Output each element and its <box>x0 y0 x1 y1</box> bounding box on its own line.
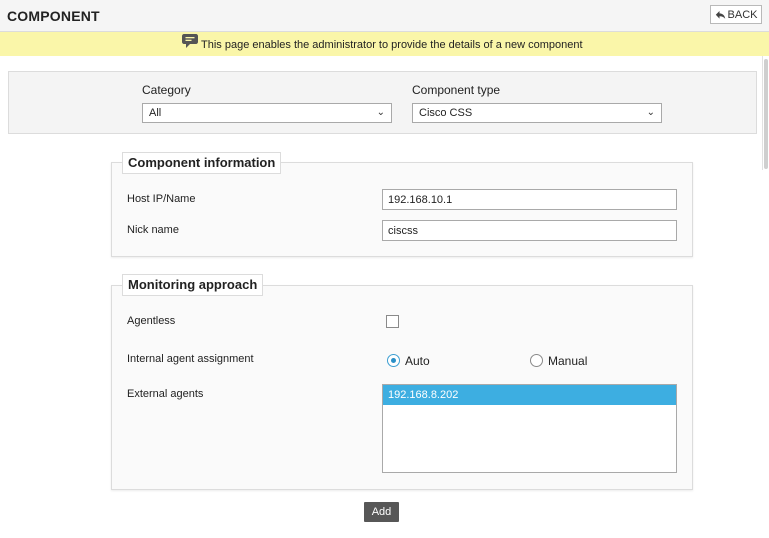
agentless-label: Agentless <box>127 315 176 327</box>
monitoring-legend: Monitoring approach <box>122 274 264 296</box>
back-arrow-icon <box>715 10 725 19</box>
list-item[interactable]: 192.168.8.202 <box>383 385 676 405</box>
auto-radio-label[interactable]: Auto <box>405 354 430 368</box>
auto-radio[interactable] <box>387 354 400 367</box>
component-type-label: Component type <box>412 83 501 97</box>
scrollbar-thumb[interactable] <box>764 59 768 169</box>
category-select-value: All <box>149 107 162 119</box>
category-select[interactable]: All ⌄ <box>142 103 392 123</box>
agentless-checkbox[interactable] <box>386 315 399 328</box>
back-button-label: BACK <box>727 8 758 21</box>
back-button[interactable]: BACK <box>710 5 762 24</box>
nick-name-input-value: ciscss <box>388 224 418 237</box>
component-type-select[interactable]: Cisco CSS ⌄ <box>412 103 662 123</box>
chevron-down-icon: ⌄ <box>376 107 385 118</box>
info-message: This page enables the administrator to p… <box>201 39 583 51</box>
page-title: COMPONENT <box>7 8 100 24</box>
internal-agent-label: Internal agent assignment <box>127 353 254 365</box>
category-label: Category <box>142 83 191 97</box>
page-header <box>0 0 769 32</box>
host-input-value: 192.168.10.1 <box>388 193 453 206</box>
speech-bubble-icon <box>182 34 198 48</box>
host-input[interactable]: 192.168.10.1 <box>382 189 677 210</box>
manual-radio[interactable] <box>530 354 543 367</box>
nick-name-input[interactable]: ciscss <box>382 220 677 241</box>
host-label: Host IP/Name <box>127 193 196 205</box>
external-agents-label: External agents <box>127 388 204 400</box>
add-button[interactable]: Add <box>364 502 399 522</box>
component-type-select-value: Cisco CSS <box>419 107 473 119</box>
nick-name-label: Nick name <box>127 224 179 236</box>
chevron-down-icon: ⌄ <box>646 107 655 118</box>
component-info-legend: Component information <box>122 152 282 174</box>
manual-radio-label[interactable]: Manual <box>548 354 587 368</box>
